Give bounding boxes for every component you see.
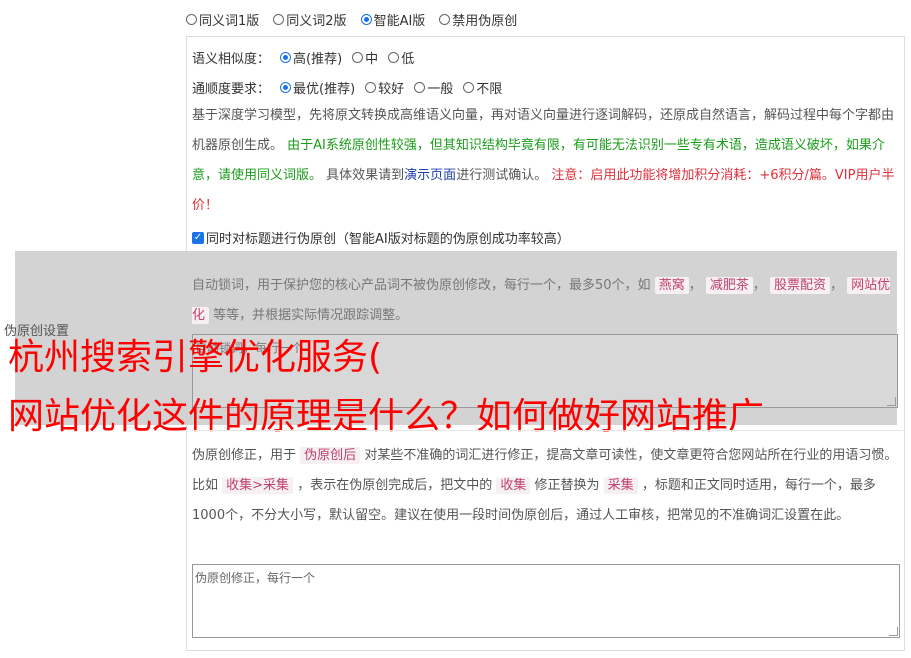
example-tag: 收集>采集 xyxy=(222,477,294,494)
mode-option-disable[interactable]: 禁用伪原创 xyxy=(439,10,517,29)
fluency-good[interactable]: 较好 xyxy=(365,78,404,97)
fluency-label: 通顺度要求： xyxy=(192,82,271,97)
radio-icon[interactable] xyxy=(414,82,426,93)
similarity-low[interactable]: 低 xyxy=(388,48,414,67)
correction-placeholder: 伪原创修正，每行一个 xyxy=(195,571,316,585)
mode-option-synonym2[interactable]: 同义词2版 xyxy=(273,10,347,29)
mode-option-ai[interactable]: 智能AI版 xyxy=(360,10,425,29)
radio-icon[interactable] xyxy=(388,52,400,63)
example-tag: 股票配资 xyxy=(770,277,831,294)
similarity-mid[interactable]: 中 xyxy=(352,48,378,67)
similarity-label: 语义相似度： xyxy=(192,52,271,67)
fluency-row: 通顺度要求： 最优(推荐) 较好 一般 不限 xyxy=(192,78,502,97)
example-tag: 燕窝 xyxy=(654,277,689,294)
resize-handle-icon[interactable] xyxy=(889,627,898,636)
lock-words-description: 自动锁词，用于保护您的核心产品词不被伪原创修改，每行一个，最多50个，如 燕窝，… xyxy=(192,277,891,324)
radio-icon[interactable] xyxy=(273,14,285,25)
overlay-title-line1: 杭州搜索引擎优化服务( xyxy=(8,337,383,378)
fluency-any[interactable]: 不限 xyxy=(463,78,502,97)
correction-description: 伪原创修正，用于 伪原创后 对某些不准确的词汇进行修正，提高文章可读性，使文章更… xyxy=(192,447,898,523)
similarity-row: 语义相似度： 高(推荐) 中 低 xyxy=(192,48,414,67)
radio-icon[interactable] xyxy=(352,52,364,63)
radio-icon[interactable] xyxy=(186,14,197,25)
overlay-title-line2: 网站优化这件的原理是什么？如何做好网站推广 xyxy=(8,396,765,437)
fluency-normal[interactable]: 一般 xyxy=(414,78,453,97)
checkbox-checked-icon[interactable]: ✓ xyxy=(192,231,204,244)
radio-selected-icon[interactable] xyxy=(360,14,372,25)
radio-selected-icon[interactable] xyxy=(280,82,292,93)
similarity-high[interactable]: 高(推荐) xyxy=(280,48,342,67)
resize-handle-icon[interactable] xyxy=(887,397,896,406)
example-tag: 收集 xyxy=(496,477,531,494)
ai-description: 基于深度学习模型，先将原文转换成高维语义向量，再对语义向量进行逐词解码，还原成自… xyxy=(192,108,895,213)
demo-page-link[interactable]: 演示页面 xyxy=(404,168,456,183)
correction-textarea[interactable]: 伪原创修正，每行一个 xyxy=(192,564,900,638)
radio-icon[interactable] xyxy=(463,82,475,93)
radio-icon[interactable] xyxy=(365,82,377,93)
example-tag: 减肥茶 xyxy=(705,277,753,294)
example-tag: 采集 xyxy=(603,477,638,494)
mode-option-synonym1[interactable]: 同义词1版 xyxy=(186,10,259,29)
radio-icon[interactable] xyxy=(439,14,451,25)
divider xyxy=(192,430,904,431)
title-rewrite-checkbox[interactable]: ✓ 同时对标题进行伪原创（智能AI版对标题的伪原创成功率较高） xyxy=(192,228,570,247)
radio-selected-icon[interactable] xyxy=(280,52,292,63)
fluency-best[interactable]: 最优(推荐) xyxy=(280,78,355,97)
mode-radio-group: 同义词1版 同义词2版 智能AI版 禁用伪原创 xyxy=(186,10,517,29)
example-tag: 伪原创后 xyxy=(300,447,361,464)
